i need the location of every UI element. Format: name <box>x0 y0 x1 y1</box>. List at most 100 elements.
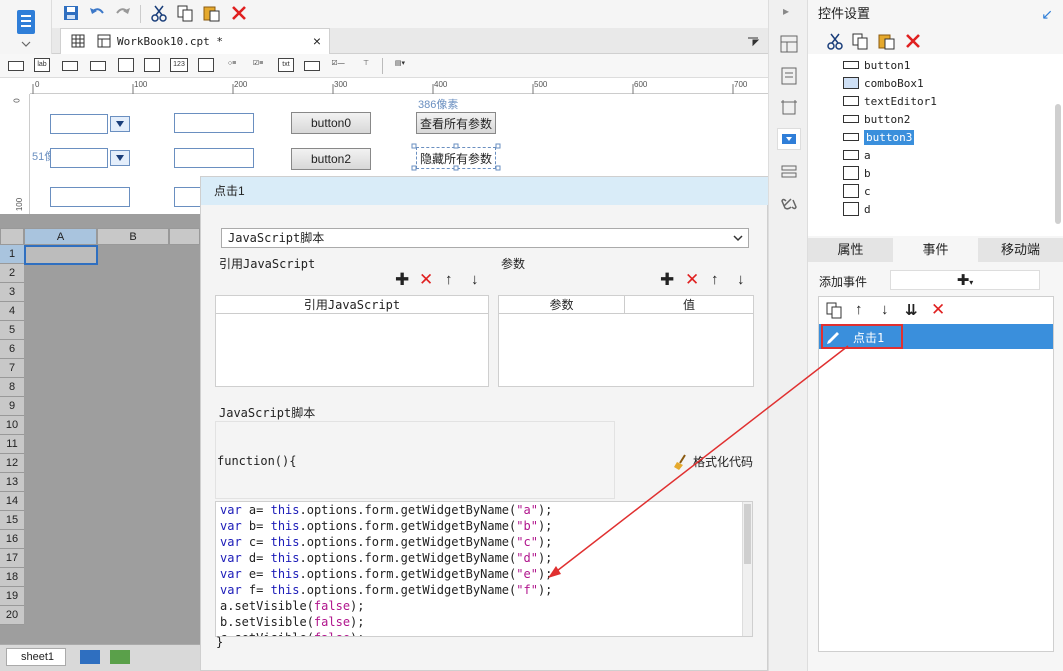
selected-cell-a1[interactable] <box>24 245 98 265</box>
undo-icon[interactable] <box>86 2 108 24</box>
copy-icon[interactable] <box>825 301 843 319</box>
frame-icon[interactable] <box>779 98 799 118</box>
report-icon[interactable] <box>779 66 799 86</box>
checkbox-widget-icon[interactable]: ☑≡ <box>250 58 266 72</box>
add-event-button[interactable]: ✚▾ <box>890 270 1040 290</box>
collapse-arrow-icon[interactable]: ▸ <box>783 4 789 18</box>
checkgroup-widget-icon[interactable]: ☑— <box>330 58 346 72</box>
save-icon[interactable] <box>60 2 82 24</box>
code-scroll-thumb[interactable] <box>744 504 751 564</box>
tab-events[interactable]: 事件 <box>893 238 978 262</box>
row-header[interactable]: 5 <box>0 321 24 340</box>
link-icon[interactable] <box>779 194 799 214</box>
move-down-icon[interactable]: ↓ <box>471 271 479 288</box>
widget-settings-tab[interactable] <box>777 128 801 150</box>
text-editor-2[interactable] <box>174 148 254 168</box>
move-up-icon[interactable]: ↑ <box>445 271 453 288</box>
column-header-c[interactable] <box>169 228 200 245</box>
copy-icon[interactable] <box>851 32 869 50</box>
redo-icon[interactable] <box>112 2 134 24</box>
number-widget-icon[interactable]: 123 <box>170 58 188 72</box>
text-editor-3[interactable] <box>50 187 130 207</box>
tree-item-button2[interactable]: button2 <box>843 110 937 128</box>
tab-properties[interactable]: 属性 <box>808 238 893 262</box>
more-widgets-icon[interactable]: ▤▾ <box>392 58 408 72</box>
event-item-click1[interactable]: 点击1 <box>819 324 1053 349</box>
row-header[interactable]: 15 <box>0 511 24 530</box>
format-code-button[interactable]: 格式化代码 <box>673 453 753 470</box>
delete-icon[interactable] <box>904 32 922 50</box>
combobox-dropdown[interactable] <box>110 116 130 132</box>
params-table[interactable]: 参数 值 <box>498 295 754 387</box>
row-header[interactable]: 9 <box>0 397 24 416</box>
row-header[interactable]: 3 <box>0 283 24 302</box>
row-header[interactable]: 13 <box>0 473 24 492</box>
lab-widget-icon[interactable]: lab <box>34 58 50 72</box>
stack-icon[interactable] <box>779 162 799 182</box>
label-widget-icon[interactable] <box>8 61 24 71</box>
combobox-widget-icon[interactable] <box>90 61 106 71</box>
row-header[interactable]: 10 <box>0 416 24 435</box>
row-header[interactable]: 14 <box>0 492 24 511</box>
tree-item-d[interactable]: d <box>843 200 937 218</box>
button0[interactable]: button0 <box>291 112 371 134</box>
code-editor[interactable]: var a= this.options.form.getWidgetByName… <box>215 501 753 637</box>
tab-mobile[interactable]: 移动端 <box>978 238 1063 262</box>
tab-menu-icon[interactable] <box>746 34 760 48</box>
datecombo-widget-icon[interactable] <box>118 58 134 72</box>
tree-scroll-thumb[interactable] <box>1055 104 1061 224</box>
tree-widget-icon[interactable]: ⊤ <box>358 58 374 72</box>
move-bottom-icon[interactable]: ⇊ <box>905 301 918 319</box>
combobox-field[interactable] <box>50 114 108 134</box>
row-header[interactable]: 12 <box>0 454 24 473</box>
column-header-b[interactable]: B <box>97 228 169 245</box>
text-editor[interactable] <box>174 113 254 133</box>
cut-icon[interactable] <box>148 2 170 24</box>
add-ref-icon[interactable]: ✚ <box>395 270 409 290</box>
minimize-icon[interactable]: ↙ <box>1041 6 1053 23</box>
add-param-icon[interactable]: ✚ <box>660 270 674 290</box>
tree-item-combobox1[interactable]: comboBox1 <box>843 74 937 92</box>
row-header[interactable]: 11 <box>0 435 24 454</box>
spreadsheet-grid[interactable] <box>0 228 200 644</box>
cut-icon[interactable] <box>826 32 844 50</box>
param-up-icon[interactable]: ↑ <box>711 271 719 288</box>
ref-js-table[interactable]: 引用JavaScript <box>215 295 489 387</box>
row-header[interactable]: 7 <box>0 359 24 378</box>
row-header[interactable]: 20 <box>0 606 24 625</box>
add-sheet-icon[interactable] <box>80 650 100 664</box>
remove-param-icon[interactable]: ✕ <box>685 270 699 290</box>
script-type-select[interactable]: JavaScript脚本 <box>221 228 749 248</box>
tab-close-icon[interactable]: × <box>313 33 321 49</box>
row-header[interactable]: 8 <box>0 378 24 397</box>
move-down-icon[interactable]: ↓ <box>881 301 889 318</box>
tab-workbook10[interactable]: WorkBook10.cpt * × <box>60 28 330 54</box>
code-scrollbar[interactable] <box>742 502 752 636</box>
txt-widget-icon[interactable]: txt <box>278 58 294 72</box>
move-up-icon[interactable]: ↑ <box>855 301 863 318</box>
tree-item-a[interactable]: a <box>843 146 937 164</box>
paste-icon[interactable] <box>877 32 895 50</box>
row-header[interactable]: 4 <box>0 302 24 321</box>
tree-item-texteditor1[interactable]: textEditor1 <box>843 92 937 110</box>
paste-icon[interactable] <box>200 2 222 24</box>
remove-ref-icon[interactable]: ✕ <box>419 270 433 290</box>
tree-item-c[interactable]: c <box>843 182 937 200</box>
app-menu-button[interactable] <box>0 0 52 54</box>
radio-widget-icon[interactable]: ○≡ <box>224 58 240 72</box>
tree-item-button1[interactable]: button1 <box>843 56 937 74</box>
row-header[interactable]: 2 <box>0 264 24 283</box>
param-down-icon[interactable]: ↓ <box>737 271 745 288</box>
tree-item-button3[interactable]: button3 <box>843 128 937 146</box>
tree-item-b[interactable]: b <box>843 164 937 182</box>
delete-icon[interactable] <box>228 2 250 24</box>
row-header[interactable]: 16 <box>0 530 24 549</box>
password-widget-icon[interactable] <box>304 61 320 71</box>
combobox-field-2[interactable] <box>50 148 108 168</box>
select-all-corner[interactable] <box>0 228 24 245</box>
calendar-widget-icon[interactable] <box>144 58 160 72</box>
combobox-dropdown-2[interactable] <box>110 150 130 166</box>
button2[interactable]: button2 <box>291 148 371 170</box>
delete-event-icon[interactable]: ✕ <box>931 300 945 320</box>
add-form-sheet-icon[interactable] <box>110 650 130 664</box>
